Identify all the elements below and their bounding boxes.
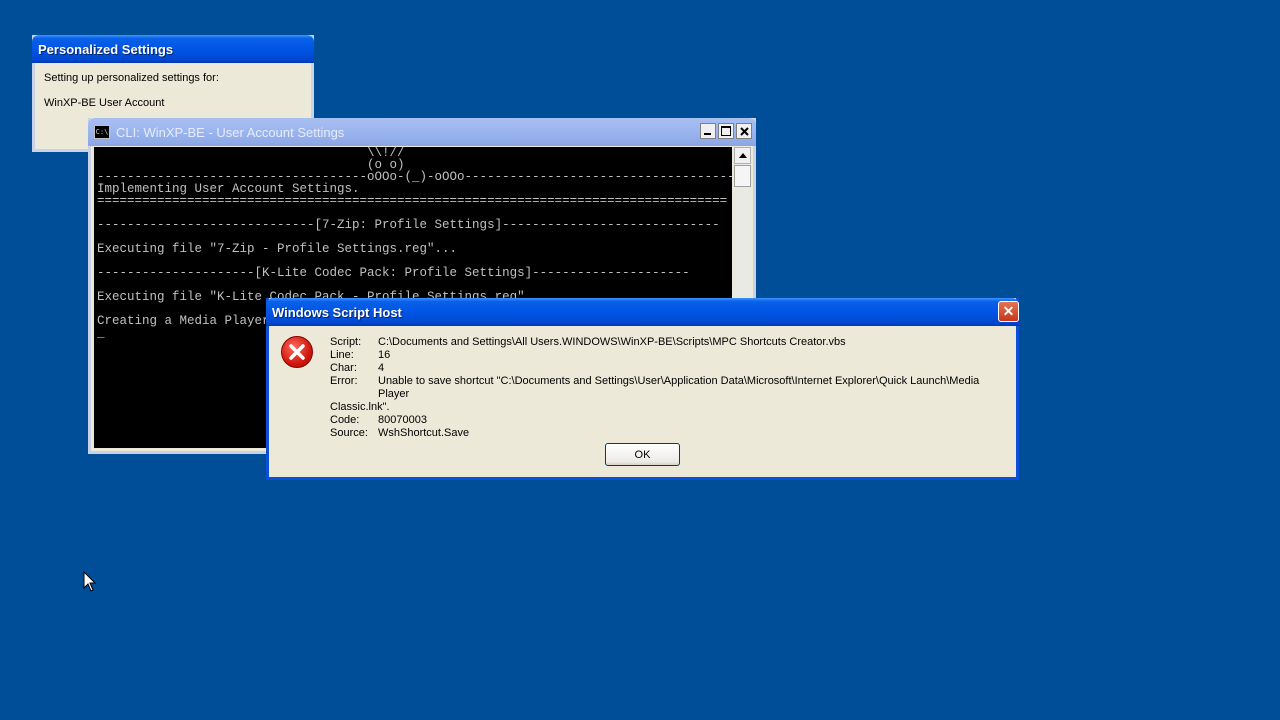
wsh-close-button[interactable]: ✕ xyxy=(998,301,1019,322)
mouse-cursor-icon xyxy=(83,571,97,592)
detail-row-char: Char: 4 xyxy=(330,362,1008,375)
arrow-up-icon xyxy=(738,153,747,158)
detail-row-code: Code: 80070003 xyxy=(330,414,1008,427)
error-details: Script: C:\Documents and Settings\All Us… xyxy=(330,336,1008,440)
wsh-error-dialog: Windows Script Host ✕ Script: C:\Documen… xyxy=(266,298,1019,480)
detail-value: 4 xyxy=(378,362,385,374)
wsh-titlebar[interactable]: Windows Script Host ✕ xyxy=(266,298,1019,326)
close-icon xyxy=(739,126,749,136)
detail-row-line: Line: 16 xyxy=(330,349,1008,362)
personalized-settings-body: Setting up personalized settings for: Wi… xyxy=(44,72,219,122)
minimize-button[interactable] xyxy=(700,123,716,139)
maximize-icon xyxy=(721,126,731,136)
maximize-button[interactable] xyxy=(718,123,734,139)
minimize-icon xyxy=(704,133,711,135)
detail-label: Script: xyxy=(330,336,362,348)
console-line: -----------------------------[7-Zip: Pro… xyxy=(97,218,720,232)
wsh-title: Windows Script Host xyxy=(272,304,402,320)
detail-label: Line: xyxy=(330,349,354,361)
detail-label: Code: xyxy=(330,414,360,426)
detail-value: C:\Documents and Settings\All Users.WIND… xyxy=(378,336,846,348)
close-button[interactable] xyxy=(736,123,752,139)
detail-value: 80070003 xyxy=(378,414,427,426)
personalized-settings-line1: Setting up personalized settings for: xyxy=(44,72,219,84)
cli-title: CLI: WinXP-BE - User Account Settings xyxy=(116,124,345,140)
close-icon: ✕ xyxy=(1002,303,1015,319)
personalized-settings-title: Personalized Settings xyxy=(38,41,174,57)
cmd-icon: C:\ xyxy=(94,125,110,139)
detail-label: Char: xyxy=(330,362,357,374)
detail-row-error-cont: Classic.lnk". xyxy=(330,401,1008,414)
detail-value: Unable to save shortcut "C:\Documents an… xyxy=(378,375,980,400)
console-line: ---------------------[K-Lite Codec Pack:… xyxy=(97,266,690,280)
detail-value-continued: Classic.lnk". xyxy=(330,401,390,413)
cli-titlebar[interactable]: C:\ CLI: WinXP-BE - User Account Setting… xyxy=(88,118,756,146)
ok-button[interactable]: OK xyxy=(605,443,680,466)
personalized-settings-line2: WinXP-BE User Account xyxy=(44,97,165,109)
console-line: ========================================… xyxy=(97,194,728,208)
scroll-up-button[interactable] xyxy=(734,147,751,164)
detail-row-source: Source: WshShortcut.Save xyxy=(330,427,1008,440)
detail-value: WshShortcut.Save xyxy=(378,427,470,439)
detail-value: 16 xyxy=(378,349,391,361)
error-icon xyxy=(281,336,313,368)
detail-row-error: Error: Unable to save shortcut "C:\Docum… xyxy=(330,375,1008,401)
detail-label: Error: xyxy=(330,375,358,387)
detail-label: Source: xyxy=(330,427,368,439)
console-line: Executing file "7-Zip - Profile Settings… xyxy=(97,242,458,256)
detail-row-script: Script: C:\Documents and Settings\All Us… xyxy=(330,336,1008,349)
personalized-settings-titlebar[interactable]: Personalized Settings xyxy=(32,35,314,63)
scroll-thumb[interactable] xyxy=(734,165,751,187)
window-controls xyxy=(700,123,752,139)
